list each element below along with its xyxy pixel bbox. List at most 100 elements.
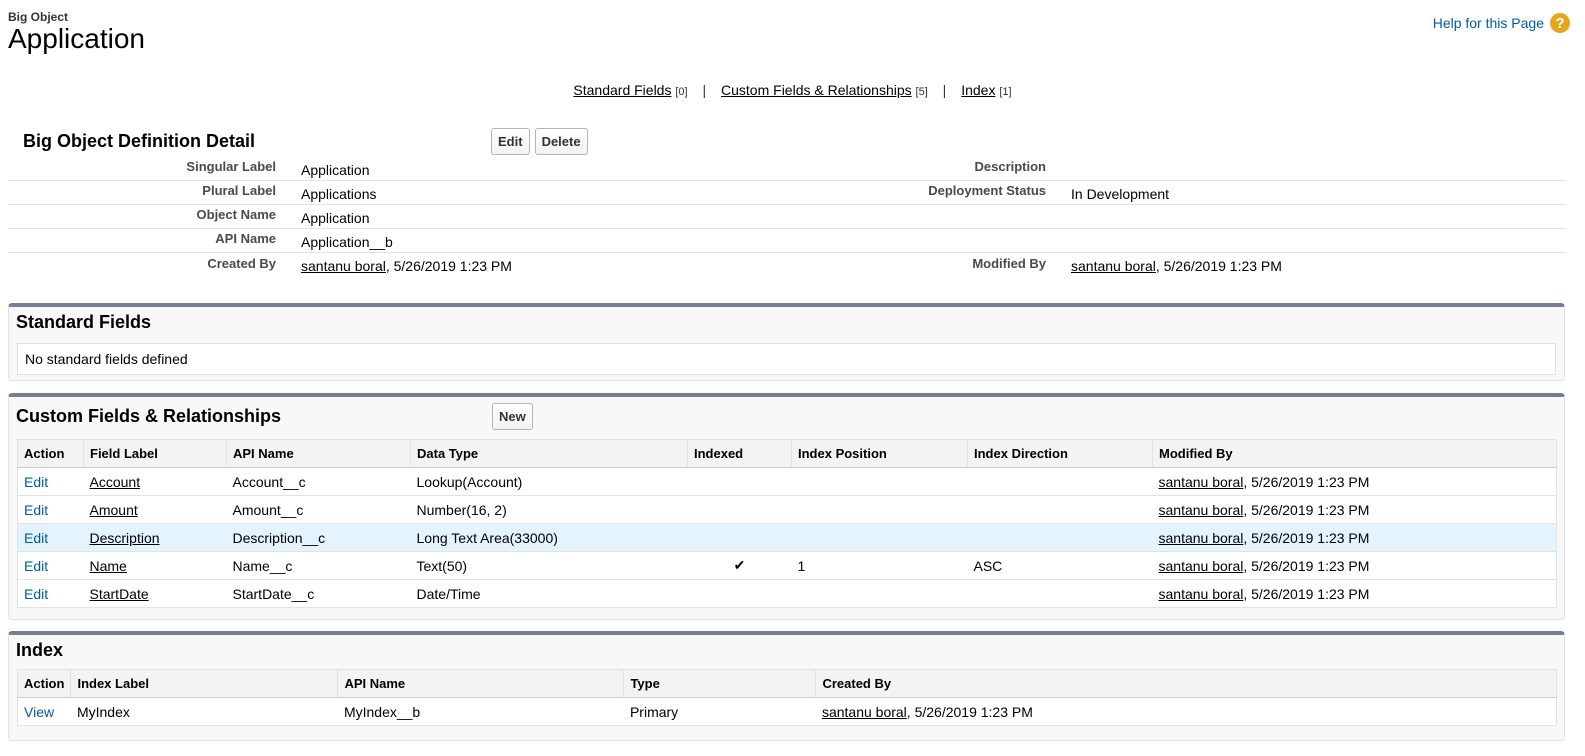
empty-message: No standard fields defined (17, 343, 1556, 375)
user-link[interactable]: santanu boral (822, 704, 907, 720)
user-link[interactable]: santanu boral (1159, 502, 1244, 518)
edit-field-link[interactable]: Edit (24, 530, 48, 546)
standard-fields-section: Standard Fields No standard fields defin… (8, 303, 1565, 381)
modified-date: , 5/26/2019 1:23 PM (1243, 529, 1370, 546)
field-value: Application (301, 209, 370, 226)
detail-title: Big Object Definition Detail (23, 130, 256, 151)
data-type-cell: Date/Time (410, 579, 688, 608)
modified-by-cell: santanu boral, 5/26/2019 1:23 PM (1152, 523, 1557, 552)
field-value: Application (301, 161, 370, 178)
indexed-checkmark-icon (687, 579, 792, 608)
table-row: Edit Amount Amount__c Number(16, 2) santanu … (17, 495, 1557, 524)
field-label-link[interactable]: Description (90, 530, 160, 546)
user-link[interactable]: santanu boral (1159, 530, 1244, 546)
api-name-cell: Description__c (226, 523, 411, 552)
edit-field-link[interactable]: Edit (24, 502, 48, 518)
field-label: Modified By (972, 255, 1046, 271)
user-link[interactable]: santanu boral (1159, 474, 1244, 490)
edit-field-link[interactable]: Edit (24, 586, 48, 602)
related-list-nav: Standard Fields [0] | Custom Fields & Re… (0, 82, 1585, 98)
field-label: Description (974, 159, 1046, 174)
section-header: Standard Fields (9, 307, 1564, 337)
field-label: Plural Label (202, 183, 276, 198)
column-header: Action (17, 669, 72, 698)
field-label: Created By (207, 255, 276, 271)
index-position-cell (791, 467, 968, 496)
index-direction-cell (967, 523, 1153, 552)
edit-field-link[interactable]: Edit (24, 474, 48, 490)
nav-count: [1] (999, 86, 1012, 98)
modified-by-user-link[interactable]: santanu boral (1071, 258, 1156, 274)
column-header: Modified By (1152, 439, 1557, 468)
index-direction-cell (967, 467, 1153, 496)
indexed-checkmark-icon (687, 467, 792, 496)
index-type-cell: Primary (623, 697, 816, 726)
column-header: Index Direction (967, 439, 1153, 468)
modified-by-cell: santanu boral, 5/26/2019 1:23 PM (1152, 551, 1557, 580)
nav-standard-fields[interactable]: Standard Fields (573, 82, 671, 98)
field-label: Object Name (196, 207, 276, 222)
field-value: Applications (301, 185, 377, 202)
field-label-link[interactable]: Account (90, 474, 141, 490)
detail-row: Plural Label Applications Deployment Sta… (8, 181, 1565, 205)
user-link[interactable]: santanu boral (1159, 558, 1244, 574)
detail-row: Created By santanu boral, 5/26/2019 1:23… (8, 253, 1565, 277)
new-field-button[interactable]: New (492, 402, 533, 430)
custom-fields-table: Action Field Label API Name Data Type In… (17, 439, 1557, 608)
field-value: Application__b (301, 233, 393, 250)
table-row: Edit Description Description__c Long Text A… (17, 523, 1557, 552)
index-direction-cell (967, 579, 1153, 608)
help-link[interactable]: Help for this Page (1433, 15, 1544, 31)
data-type-cell: Long Text Area(33000) (410, 523, 688, 552)
data-type-cell: Lookup(Account) (410, 467, 688, 496)
index-direction-cell (967, 495, 1153, 524)
nav-count: [0] (675, 86, 688, 98)
api-name-cell: Amount__c (226, 495, 411, 524)
api-name-cell: StartDate__c (226, 579, 411, 608)
modified-by-cell: santanu boral, 5/26/2019 1:23 PM (1152, 579, 1557, 608)
edit-button[interactable]: Edit (491, 127, 530, 155)
table-row: Edit Account Account__c Lookup(Account) sant… (17, 467, 1557, 496)
edit-field-link[interactable]: Edit (24, 558, 48, 574)
index-label-cell: MyIndex (70, 697, 338, 726)
field-label-link[interactable]: StartDate (90, 586, 149, 602)
detail-row: API Name Application__b (8, 229, 1565, 253)
field-label-link[interactable]: Name (90, 558, 127, 574)
nav-custom-fields[interactable]: Custom Fields & Relationships (721, 82, 912, 98)
column-header: Action (17, 439, 84, 468)
indexed-checkmark-icon: ✔ (687, 551, 792, 580)
detail-row: Object Name Application (8, 205, 1565, 229)
field-value: In Development (1071, 185, 1170, 202)
column-header: Field Label (83, 439, 227, 468)
custom-fields-section: Custom Fields & Relationships New Action… (8, 393, 1565, 620)
modified-by-cell: santanu boral, 5/26/2019 1:23 PM (1152, 467, 1557, 496)
data-type-cell: Number(16, 2) (410, 495, 688, 524)
column-header: API Name (337, 669, 625, 698)
created-by-user-link[interactable]: santanu boral (301, 258, 386, 274)
section-title: Standard Fields (16, 311, 152, 332)
index-direction-cell: ASC (967, 551, 1153, 580)
page-header: Big Object Application (8, 10, 145, 54)
user-link[interactable]: santanu boral (1159, 586, 1244, 602)
indexed-checkmark-icon (687, 523, 792, 552)
delete-button[interactable]: Delete (534, 127, 588, 155)
indexed-checkmark-icon (687, 495, 792, 524)
index-position-cell: 1 (791, 551, 968, 580)
section-header: Index (9, 635, 1564, 665)
field-value: santanu boral, 5/26/2019 1:23 PM (1056, 258, 1282, 274)
help-icon[interactable]: ? (1550, 13, 1570, 33)
index-section: Index Action Index Label API Name Type C… (8, 631, 1565, 741)
nav-index[interactable]: Index (961, 82, 995, 98)
table-header-row: Action Field Label API Name Data Type In… (17, 439, 1557, 468)
field-label-link[interactable]: Amount (90, 502, 138, 518)
modified-date: , 5/26/2019 1:23 PM (1243, 585, 1370, 602)
nav-separator: | (702, 82, 707, 98)
table-row: Edit Name Name__c Text(50) ✔ 1 ASC santanu bora… (17, 551, 1557, 580)
field-label: API Name (215, 231, 276, 246)
view-index-link[interactable]: View (24, 704, 54, 720)
table-header-row: Action Index Label API Name Type Created… (17, 669, 1557, 698)
help-link-container[interactable]: Help for this Page ? (1433, 13, 1570, 33)
column-header: Indexed (687, 439, 792, 468)
nav-separator: | (942, 82, 947, 98)
nav-count: [5] (915, 86, 928, 98)
